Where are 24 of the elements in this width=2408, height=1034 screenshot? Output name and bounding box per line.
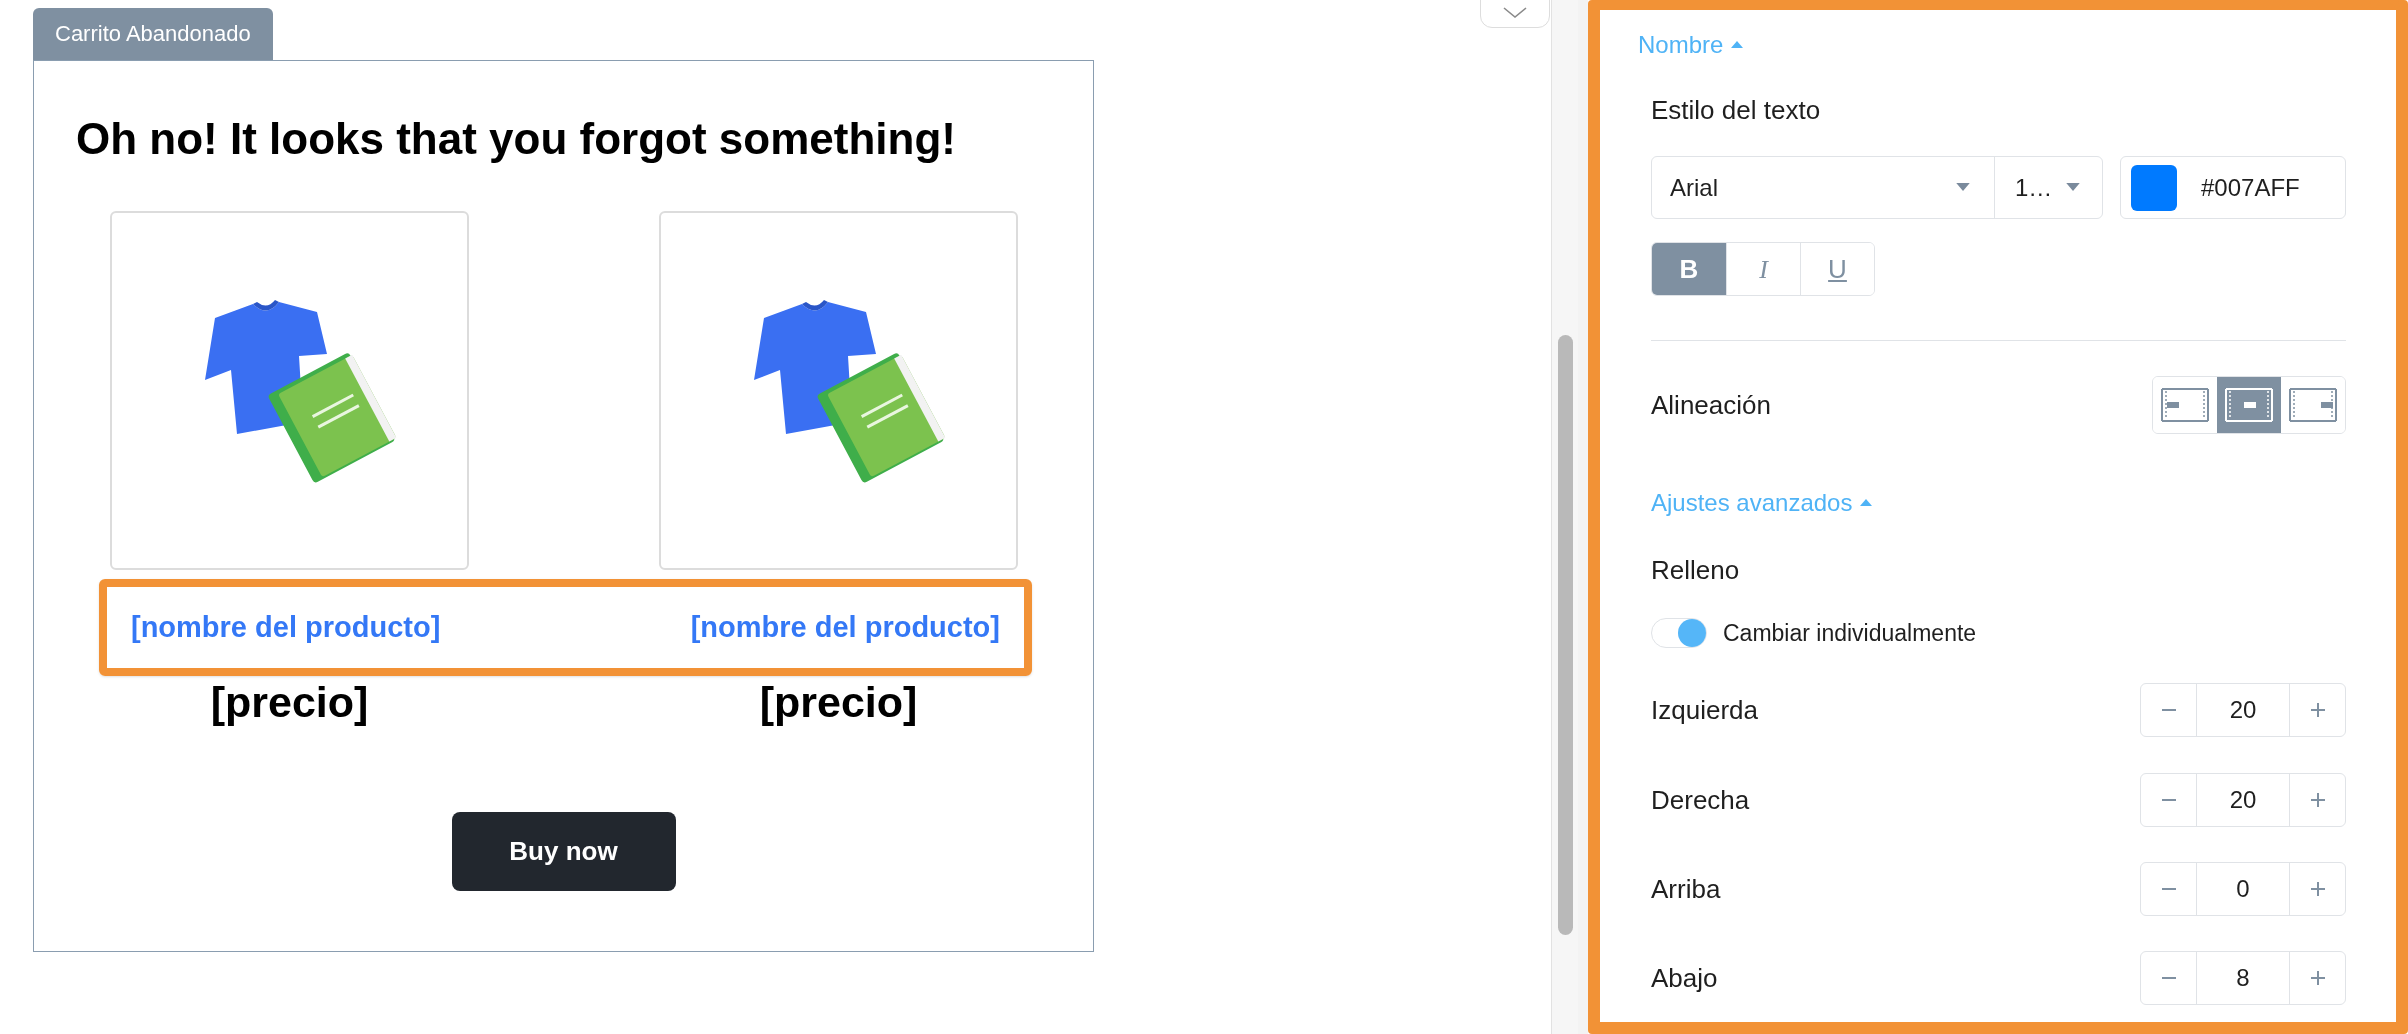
toggle-label: Cambiar individualmente bbox=[1723, 618, 1977, 648]
align-right-icon bbox=[2289, 387, 2337, 423]
section-label: Estilo del texto bbox=[1651, 94, 1822, 127]
caret-up-icon bbox=[1731, 41, 1744, 49]
align-center-icon bbox=[2225, 387, 2273, 423]
product-price: [precio] bbox=[759, 678, 918, 726]
product-name: [nombre del producto] bbox=[131, 609, 441, 645]
align-left-icon bbox=[2161, 387, 2209, 423]
padding-side-label: Derecha bbox=[1651, 783, 1750, 817]
chevron-down-icon bbox=[1503, 7, 1528, 19]
email-heading: Oh no! It looks that you forgot something! bbox=[76, 113, 957, 165]
padding-label: Relleno bbox=[1651, 554, 1741, 587]
padding-side-label: Abajo bbox=[1651, 961, 1718, 995]
scrollbar-thumb[interactable] bbox=[1558, 335, 1574, 935]
padding-side-label: Izquierda bbox=[1651, 693, 1758, 727]
buy-now-button[interactable]: Buy now bbox=[451, 812, 676, 891]
alignment-label: Alineación bbox=[1651, 388, 1771, 422]
caret-up-icon bbox=[1860, 499, 1873, 507]
padding-side-label: Arriba bbox=[1651, 872, 1721, 906]
toggle-switch[interactable] bbox=[1651, 618, 1707, 648]
product-price: [precio] bbox=[210, 678, 369, 726]
align-center-button[interactable] bbox=[2217, 377, 2281, 433]
product-name: [nombre del producto] bbox=[690, 609, 1000, 645]
color-field[interactable]: #007AFF bbox=[2120, 156, 2346, 219]
